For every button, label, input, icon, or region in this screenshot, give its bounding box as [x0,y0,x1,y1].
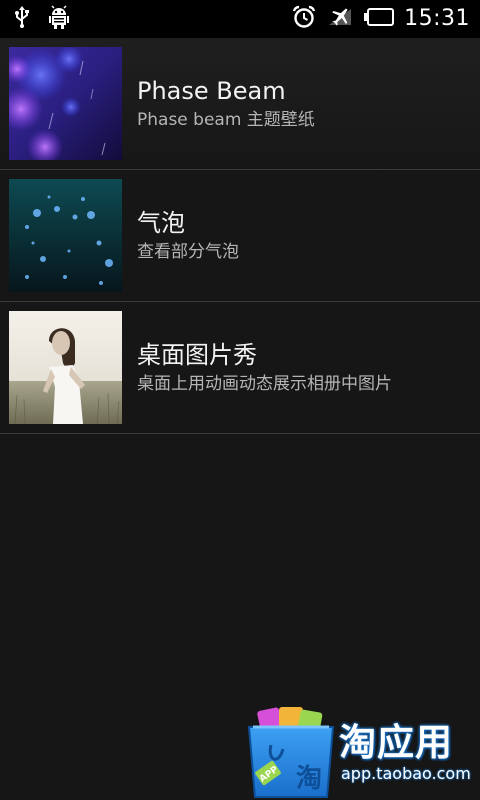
taobao-app-watermark: APP 淘 淘应用 app.taobao.com [243,705,480,800]
phase-beam-thumbnail [9,47,122,160]
watermark-url: app.taobao.com [341,764,471,783]
list-item-phase-beam[interactable]: Phase Beam Phase beam 主题壁纸 [0,38,480,170]
list-item-bubbles[interactable]: 气泡 查看部分气泡 [0,170,480,302]
svg-text:淘: 淘 [296,764,322,794]
status-bar-system: 15:31 [292,4,470,34]
wallpaper-title: Phase Beam [137,77,286,105]
status-bar: 15:31 [0,0,480,38]
usb-icon [14,6,30,32]
live-wallpaper-list[interactable]: Phase Beam Phase beam 主题壁纸 气泡 查看部分气泡 桌面图… [0,38,480,800]
shopping-bag-icon: APP 淘 [247,707,335,798]
wallpaper-title: 桌面图片秀 [137,341,257,369]
status-bar-notifications [14,5,70,33]
bubbles-thumbnail [9,179,122,292]
wallpaper-description: 查看部分气泡 [137,242,239,262]
wallpaper-description: 桌面上用动画动态展示相册中图片 [137,374,392,394]
list-item-photo-show[interactable]: 桌面图片秀 桌面上用动画动态展示相册中图片 [0,302,480,434]
status-clock: 15:31 [404,6,470,31]
airplane-mode-icon [326,5,354,33]
wallpaper-description: Phase beam 主题壁纸 [137,110,315,130]
alarm-icon [292,5,316,33]
battery-icon [364,7,395,31]
photo-show-thumbnail [9,311,122,424]
wallpaper-title: 气泡 [137,209,185,237]
watermark-title: 淘应用 [339,721,453,764]
android-debug-icon [48,5,70,33]
